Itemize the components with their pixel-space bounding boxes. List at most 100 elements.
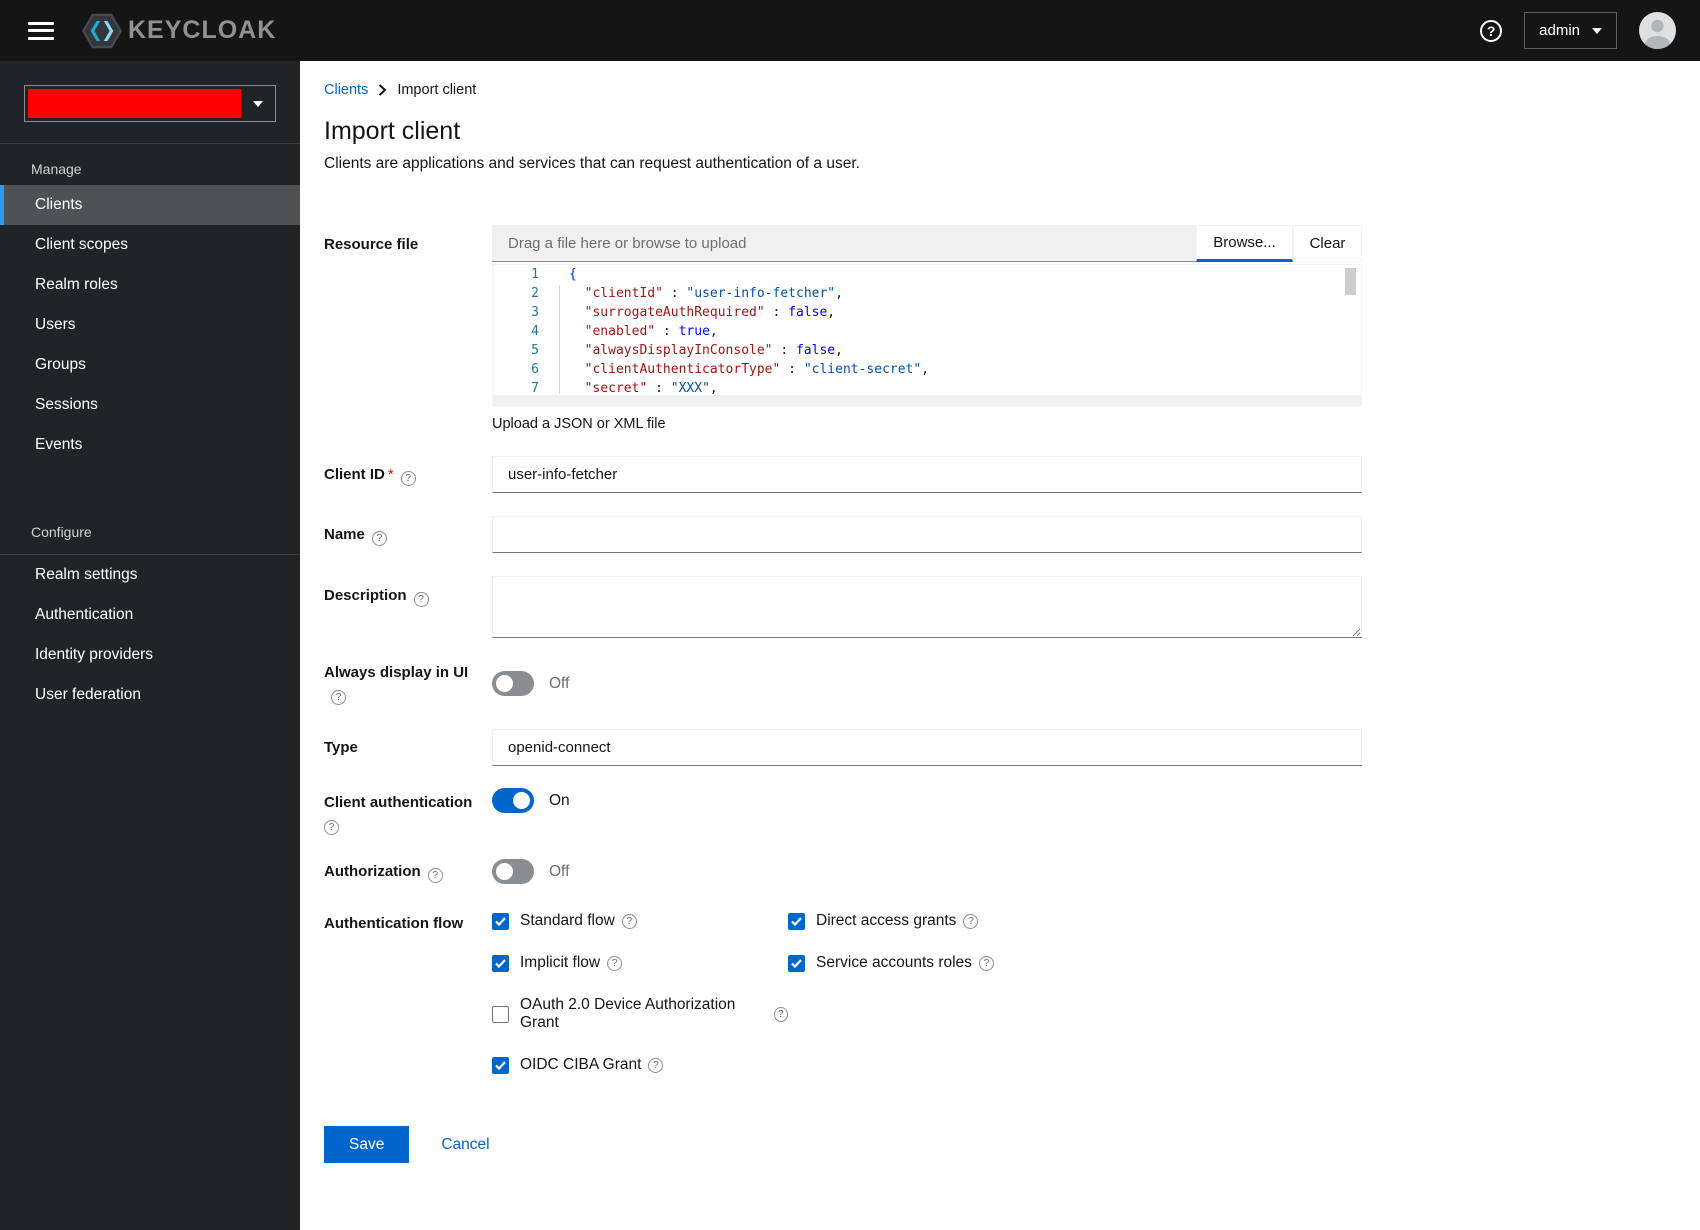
sidebar-item-user-federation[interactable]: User federation	[0, 675, 300, 715]
sidebar-item-identity-providers[interactable]: Identity providers	[0, 635, 300, 675]
line-content: "clientId" : "user-info-fetcher",	[584, 286, 843, 301]
realm-caret-icon	[253, 100, 263, 107]
user-avatar-icon	[1644, 19, 1671, 49]
indent-guide	[559, 285, 560, 394]
authorization-toggle[interactable]	[492, 859, 534, 884]
import-client-form: Resource file Browse... Clear 1{2 "clien…	[324, 225, 1362, 1163]
file-upload-input[interactable]	[492, 225, 1196, 262]
sidebar-item-sessions[interactable]: Sessions	[0, 385, 300, 425]
line-number: 3	[531, 305, 539, 320]
client-auth-label: Client authentication	[324, 788, 492, 835]
code-line-2: 2 "clientId" : "user-info-fetcher",	[493, 284, 1361, 303]
realm-selector[interactable]	[24, 85, 276, 122]
checkbox-checked-icon[interactable]	[492, 1056, 509, 1074]
sidebar-item-realm-settings[interactable]: Realm settings	[0, 555, 300, 595]
client-auth-help-icon[interactable]	[324, 820, 339, 835]
sidebar-item-authentication[interactable]: Authentication	[0, 595, 300, 635]
checkbox-label: Implicit flow	[520, 954, 601, 971]
always-display-toggle-row: Off	[492, 671, 1362, 696]
code-line-6: 6 "clientAuthenticatorType" : "client-se…	[493, 360, 1361, 379]
breadcrumb: Clients Import client	[324, 82, 1700, 98]
name-help-icon[interactable]	[371, 530, 387, 546]
breadcrumb-chevron-icon	[378, 84, 387, 96]
auth-flow-checkbox-grid: Standard flow Direct access grants Implici…	[492, 912, 1362, 1074]
nav-section-title-configure: Configure	[31, 524, 92, 540]
resource-code-editor[interactable]: 1{2 "clientId" : "user-info-fetcher", 3 "…	[492, 264, 1362, 407]
cancel-button[interactable]: Cancel	[441, 1136, 489, 1154]
breadcrumb-current: Import client	[397, 82, 477, 98]
breadcrumb-clients-link[interactable]: Clients	[324, 82, 368, 98]
help-icon[interactable]	[1480, 19, 1503, 42]
form-actions: Save Cancel	[324, 1126, 1362, 1163]
browse-button[interactable]: Browse...	[1196, 225, 1293, 262]
client-id-input[interactable]	[492, 456, 1362, 493]
user-menu-dropdown[interactable]: admin	[1524, 12, 1617, 49]
save-button[interactable]: Save	[324, 1126, 410, 1163]
always-display-state: Off	[549, 674, 570, 692]
editor-horizontal-scrollbar[interactable]	[493, 395, 1361, 406]
line-content: "clientAuthenticatorType" : "client-secr…	[584, 362, 930, 377]
client-id-help-icon[interactable]	[400, 470, 416, 486]
line-content: "alwaysDisplayInConsole" : false,	[584, 343, 843, 358]
editor-vertical-scrollbar[interactable]	[1345, 268, 1356, 295]
line-number: 6	[531, 362, 539, 377]
checkbox-label: OAuth 2.0 Device Authorization Grant	[520, 996, 736, 1031]
type-input[interactable]	[492, 729, 1362, 766]
checkbox-help-icon[interactable]	[978, 955, 994, 971]
always-display-label: Always display in UI	[324, 662, 492, 705]
sidebar-item-groups[interactable]: Groups	[0, 345, 300, 385]
sidebar-item-realm-roles[interactable]: Realm roles	[0, 265, 300, 305]
client-id-label: Client ID *	[324, 464, 492, 486]
sidebar: Manage Clients Client scopes Realm roles Use…	[0, 61, 300, 1230]
checkbox-checked-icon[interactable]	[492, 954, 509, 972]
description-help-icon[interactable]	[413, 592, 429, 607]
required-asterisk: *	[387, 465, 394, 483]
always-display-help-icon[interactable]	[331, 690, 346, 705]
description-input[interactable]	[492, 576, 1362, 638]
file-upload: Browse... Clear	[492, 225, 1362, 262]
checkbox-direct-access-grants[interactable]: Direct access grants	[788, 912, 994, 930]
checkbox-service-accounts-roles[interactable]: Service accounts roles	[788, 954, 994, 972]
masthead: KEYCLOAK admin	[0, 0, 1700, 61]
checkbox-help-icon[interactable]	[773, 1006, 788, 1022]
name-label: Name	[324, 524, 492, 546]
code-line-4: 4 "enabled" : true,	[493, 322, 1361, 341]
checkbox-checked-icon[interactable]	[788, 954, 805, 972]
brand-text: KEYCLOAK	[128, 16, 277, 44]
hamburger-icon[interactable]	[28, 17, 54, 44]
checkbox-oauth-2-0-device-authorization-grant[interactable]: OAuth 2.0 Device Authorization Grant	[492, 996, 788, 1032]
line-number: 2	[531, 286, 539, 301]
checkbox-implicit-flow[interactable]: Implicit flow	[492, 954, 788, 972]
clear-button[interactable]: Clear	[1293, 225, 1362, 262]
page-title: Import client	[324, 117, 461, 145]
checkbox-oidc-ciba-grant[interactable]: OIDC CIBA Grant	[492, 1056, 788, 1074]
client-auth-toggle[interactable]	[492, 788, 534, 813]
name-input[interactable]	[492, 516, 1362, 553]
checkbox-checked-icon[interactable]	[492, 912, 509, 930]
user-avatar[interactable]	[1639, 12, 1676, 49]
code-line-5: 5 "alwaysDisplayInConsole" : false,	[493, 341, 1361, 360]
checkbox-help-icon[interactable]	[963, 913, 979, 929]
sidebar-item-clients[interactable]: Clients	[0, 185, 300, 225]
always-display-toggle[interactable]	[492, 671, 534, 696]
checkbox-standard-flow[interactable]: Standard flow	[492, 912, 788, 930]
checkbox-help-icon[interactable]	[621, 913, 637, 929]
sidebar-item-client-scopes[interactable]: Client scopes	[0, 225, 300, 265]
checkbox-help-icon[interactable]	[607, 955, 623, 971]
checkbox-label: Service accounts roles	[816, 954, 972, 971]
line-content: {	[569, 267, 577, 282]
checkbox-checked-icon[interactable]	[788, 912, 805, 930]
resource-file-label: Resource file	[324, 236, 419, 253]
sidebar-item-users[interactable]: Users	[0, 305, 300, 345]
dropdown-caret-icon	[1592, 27, 1602, 34]
sidebar-item-events[interactable]: Events	[0, 425, 300, 465]
authorization-help-icon[interactable]	[427, 867, 443, 883]
checkbox-label: OIDC CIBA Grant	[520, 1056, 642, 1073]
authorization-toggle-row: Off	[492, 859, 1362, 884]
checkbox-unchecked-icon[interactable]	[492, 1005, 509, 1023]
checkbox-help-icon[interactable]	[648, 1057, 664, 1073]
authorization-state: Off	[549, 862, 570, 880]
authorization-label: Authorization	[324, 861, 492, 883]
upload-helper-text: Upload a JSON or XML file	[492, 416, 666, 432]
line-number: 5	[531, 343, 539, 358]
